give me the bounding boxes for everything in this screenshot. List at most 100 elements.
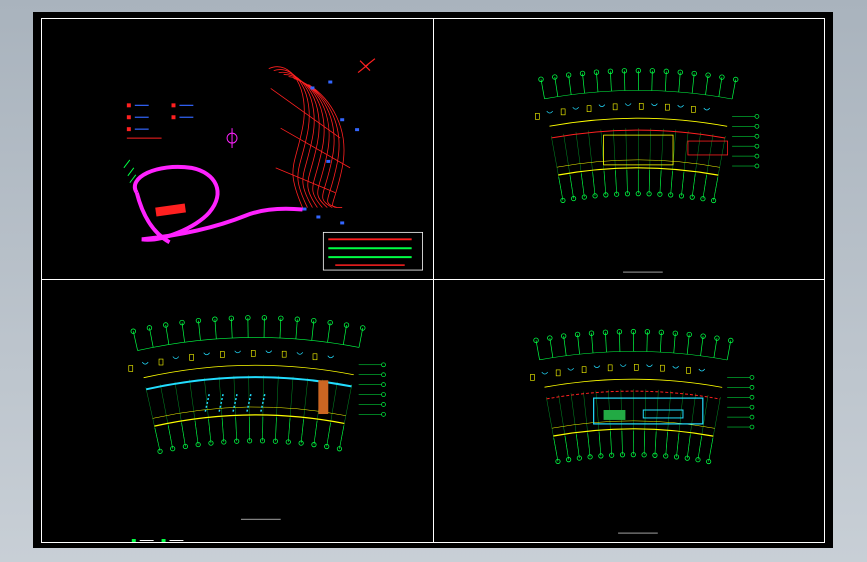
side-bubble [754, 114, 760, 119]
window-mark [220, 351, 225, 358]
axis-leader [702, 175, 707, 199]
window-mark [281, 350, 287, 358]
axis-leader [643, 430, 646, 455]
axis-leader [279, 318, 282, 339]
window-mark [560, 108, 566, 116]
window-mark [586, 105, 592, 112]
axis-leader [554, 76, 559, 97]
axis-leader [553, 437, 559, 462]
window-mark [535, 113, 540, 120]
axis-leader [659, 332, 662, 353]
site-contours [268, 66, 345, 208]
viewport-floor-plan-2[interactable] [41, 279, 434, 543]
floor-plan-2-drawing [128, 315, 386, 542]
axis-leader [705, 75, 709, 95]
axis-leader [198, 320, 201, 341]
axis-leader [697, 436, 702, 460]
axis-leader [591, 333, 594, 354]
axis-leader [648, 169, 651, 194]
axis-leader [540, 79, 545, 99]
axis-leader [713, 338, 718, 358]
window-mark [660, 364, 665, 372]
axis-leader [615, 170, 617, 195]
window-mark [581, 366, 587, 373]
side-bubble [749, 384, 755, 390]
outer-wall [544, 378, 723, 388]
axis-leader [681, 172, 685, 196]
site-marker [316, 215, 321, 219]
axis-leader [686, 334, 690, 355]
stair-block [687, 140, 729, 156]
column-mark [203, 352, 210, 356]
axis-leader [654, 431, 657, 456]
axis-leader [670, 171, 673, 195]
axis-leader [326, 422, 331, 447]
side-bubble [381, 372, 386, 378]
viewport-floor-plan-1[interactable] [433, 18, 825, 280]
site-marker [328, 80, 333, 84]
dimension-arc [539, 351, 728, 361]
viewport-site-plan[interactable] [41, 18, 434, 280]
axis-leader [651, 70, 653, 91]
window-mark [607, 364, 613, 372]
column-mark [172, 356, 180, 359]
side-bubble [754, 143, 760, 149]
column-mark [598, 104, 606, 107]
axis-leader [598, 432, 602, 456]
axis-leader [564, 436, 569, 460]
axis-leader [549, 337, 554, 358]
site-road-loop [132, 164, 220, 245]
axis-leader [339, 425, 345, 449]
axis-leader [275, 417, 277, 442]
site-building [155, 203, 186, 217]
side-bubble [749, 375, 755, 380]
window-mark [312, 353, 318, 361]
green-room [603, 410, 626, 420]
axis-leader [167, 425, 173, 449]
axis-leader [659, 170, 662, 195]
seat-row [260, 394, 266, 413]
legend-swatch [171, 103, 176, 108]
viewport-floor-plan-3[interactable] [433, 279, 825, 543]
side-bubble [381, 392, 386, 397]
axis-leader [181, 422, 186, 447]
side-bubble [749, 404, 755, 410]
axis-leader [577, 334, 580, 355]
dimension-arc [137, 337, 360, 351]
seat-row [232, 394, 238, 413]
axis-leader [300, 419, 304, 444]
column-mark [265, 350, 273, 353]
drawing-sheet[interactable] [33, 12, 833, 548]
window-mark [633, 364, 639, 371]
window-mark [555, 369, 561, 377]
side-bubble [754, 123, 760, 129]
legend-swatch [126, 127, 131, 132]
floor-plan-3-drawing [530, 328, 755, 534]
column-mark [327, 355, 334, 359]
window-mark [128, 365, 134, 372]
axis-leader [665, 432, 668, 456]
legend-swatch [171, 115, 176, 120]
side-bubble [381, 382, 386, 387]
axis-leader [576, 434, 580, 459]
column-mark [546, 110, 553, 114]
axis-leader [676, 433, 680, 457]
axis-leader [568, 74, 572, 95]
column-mark [651, 103, 658, 106]
axis-leader [603, 171, 607, 195]
window-mark [686, 367, 691, 374]
site-marker [340, 118, 345, 122]
window-mark [158, 358, 164, 366]
axis-leader [132, 331, 138, 351]
axis-leader [596, 72, 599, 93]
site-marker [355, 128, 360, 132]
site-plan-drawing [123, 58, 423, 271]
axis-leader [535, 340, 540, 360]
side-bubble [381, 412, 386, 417]
axis-leader [235, 417, 238, 442]
window-mark [530, 374, 535, 381]
column-mark [572, 106, 579, 110]
axis-leader [678, 72, 681, 93]
side-bubble [754, 133, 760, 139]
axis-leader [154, 428, 161, 452]
